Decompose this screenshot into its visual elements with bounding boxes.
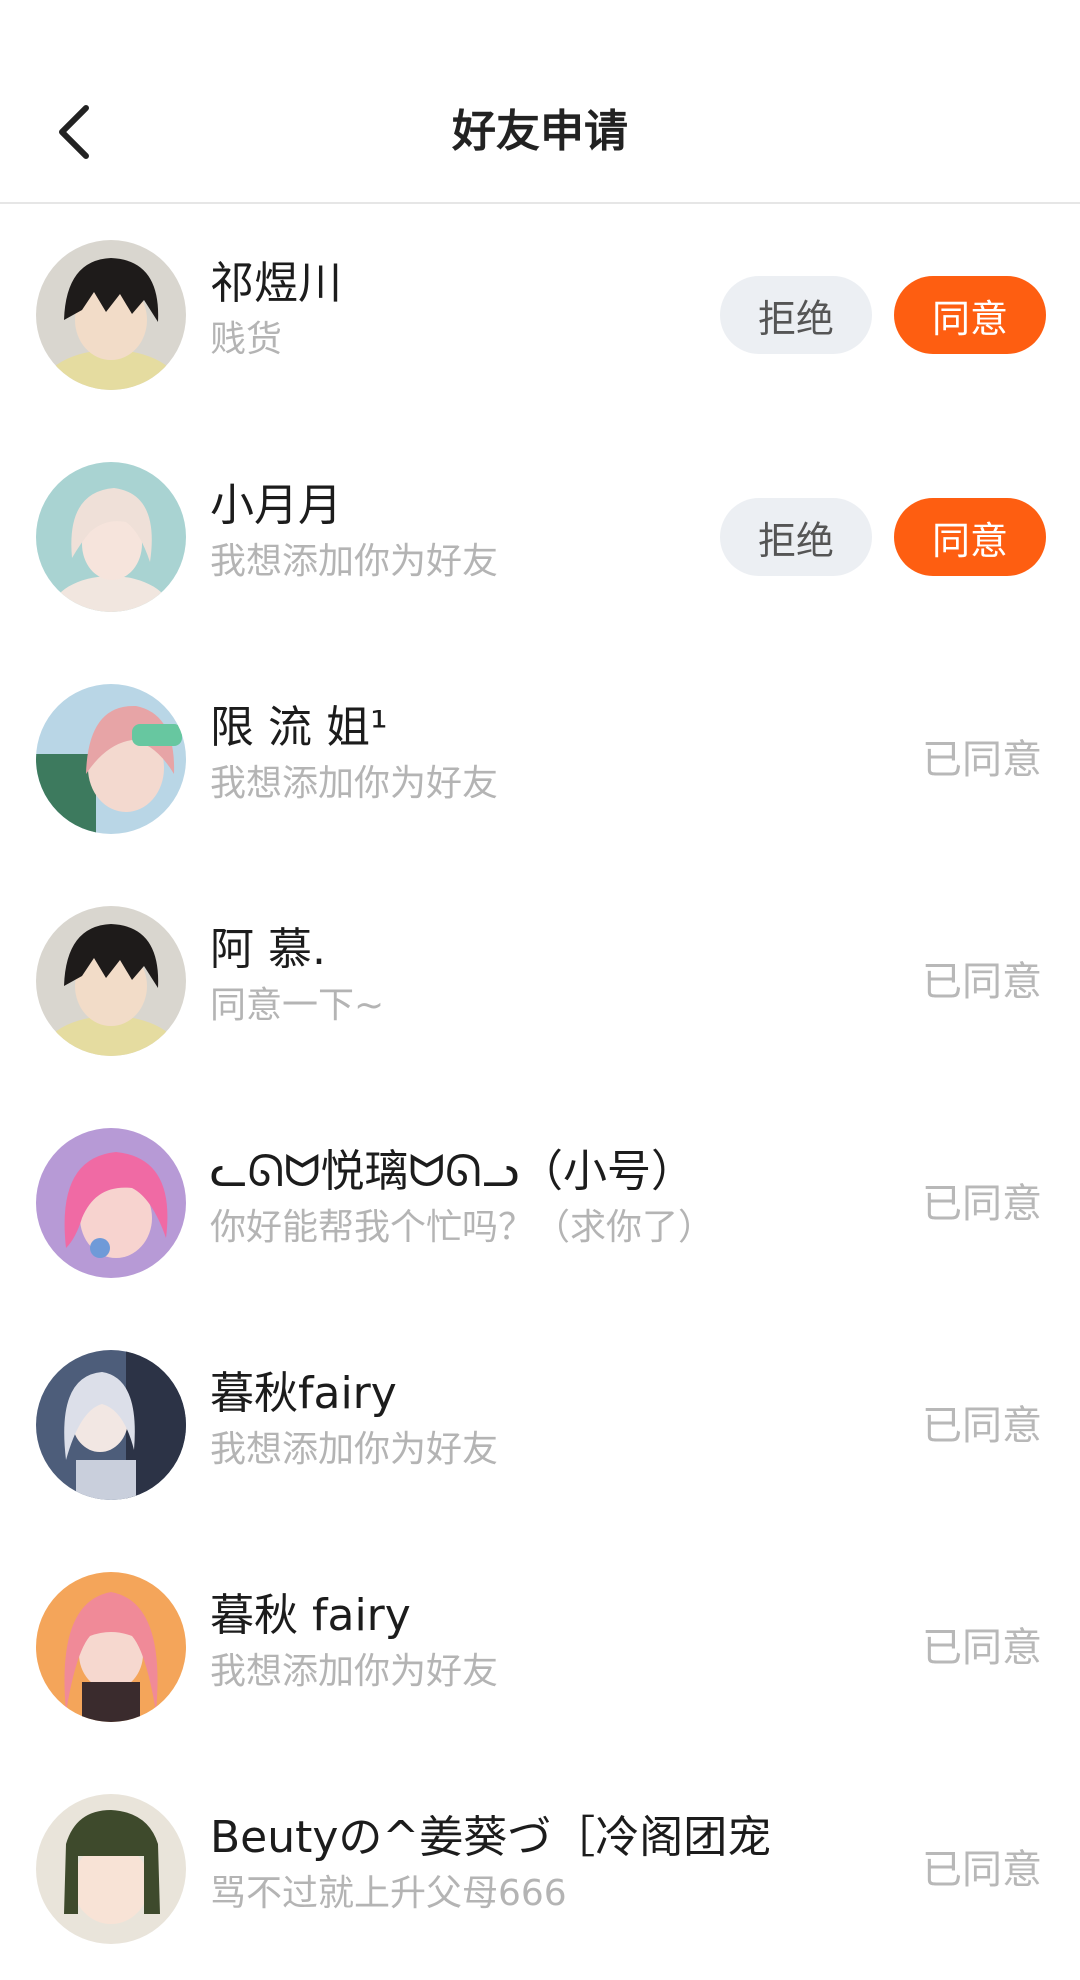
accept-button[interactable]: 同意 bbox=[894, 498, 1046, 576]
friend-request-item[interactable]: Beutyの^姜葵づ［冷阁团宠｝ 骂不过就上升父母666 已同意 bbox=[0, 1758, 1080, 1980]
requester-name: 暮秋 fairy bbox=[210, 1590, 411, 1641]
status-label: 已同意 bbox=[922, 737, 1042, 783]
requester-name: 小月月 bbox=[210, 480, 342, 531]
page-title: 好友申请 bbox=[452, 106, 628, 157]
accept-button[interactable]: 同意 bbox=[894, 276, 1046, 354]
status-label: 已同意 bbox=[922, 1625, 1042, 1671]
request-message: 我想添加你为好友 bbox=[210, 763, 499, 804]
avatar[interactable] bbox=[36, 906, 186, 1056]
avatar[interactable] bbox=[36, 1128, 186, 1278]
avatar[interactable] bbox=[36, 1572, 186, 1722]
friend-request-item[interactable]: ᓚᘏᗢ悦璃ᗢᘏᓗ（小号） 你好能帮我个忙吗？（求你了） 已同意 bbox=[0, 1092, 1080, 1314]
friend-request-item[interactable]: 祁煜川 贱货 拒绝 同意 bbox=[0, 204, 1080, 426]
status-label: 已同意 bbox=[922, 1847, 1042, 1893]
avatar[interactable] bbox=[36, 1350, 186, 1500]
request-message: 同意一下~ bbox=[210, 985, 385, 1026]
avatar[interactable] bbox=[36, 1794, 186, 1944]
avatar[interactable] bbox=[36, 462, 186, 612]
request-message: 贱货 bbox=[210, 319, 283, 360]
avatar[interactable] bbox=[36, 684, 186, 834]
request-message: 骂不过就上升父母666 bbox=[210, 1873, 567, 1914]
request-message: 你好能帮我个忙吗？（求你了） bbox=[210, 1207, 715, 1248]
requester-name: 阿 慕. bbox=[210, 924, 326, 975]
reject-button[interactable]: 拒绝 bbox=[720, 276, 872, 354]
status-label: 已同意 bbox=[922, 1181, 1042, 1227]
reject-button[interactable]: 拒绝 bbox=[720, 498, 872, 576]
status-label: 已同意 bbox=[922, 959, 1042, 1005]
requester-name: Beutyの^姜葵づ［冷阁团宠｝ bbox=[210, 1812, 770, 1863]
request-message: 我想添加你为好友 bbox=[210, 541, 499, 582]
friend-request-item[interactable]: 暮秋fairy 我想添加你为好友 已同意 bbox=[0, 1314, 1080, 1536]
friend-request-item[interactable]: 小月月 我想添加你为好友 拒绝 同意 bbox=[0, 426, 1080, 648]
requester-name: 限 流 姐¹ bbox=[210, 702, 388, 753]
requester-name: 祁煜川 bbox=[210, 258, 342, 309]
status-label: 已同意 bbox=[922, 1403, 1042, 1449]
friend-request-list: 祁煜川 贱货 拒绝 同意 小月月 我想添加你为好友 拒绝 同意 限 流 姐¹ 我… bbox=[0, 204, 1080, 1980]
top-bar: 好友申请 bbox=[0, 0, 1080, 204]
requester-name: ᓚᘏᗢ悦璃ᗢᘏᓗ（小号） bbox=[210, 1146, 696, 1197]
friend-request-item[interactable]: 暮秋 fairy 我想添加你为好友 已同意 bbox=[0, 1536, 1080, 1758]
request-message: 我想添加你为好友 bbox=[210, 1429, 499, 1470]
request-message: 我想添加你为好友 bbox=[210, 1651, 499, 1692]
friend-request-item[interactable]: 限 流 姐¹ 我想添加你为好友 已同意 bbox=[0, 648, 1080, 870]
friend-request-item[interactable]: 阿 慕. 同意一下~ 已同意 bbox=[0, 870, 1080, 1092]
avatar[interactable] bbox=[36, 240, 186, 390]
requester-name: 暮秋fairy bbox=[210, 1368, 397, 1419]
